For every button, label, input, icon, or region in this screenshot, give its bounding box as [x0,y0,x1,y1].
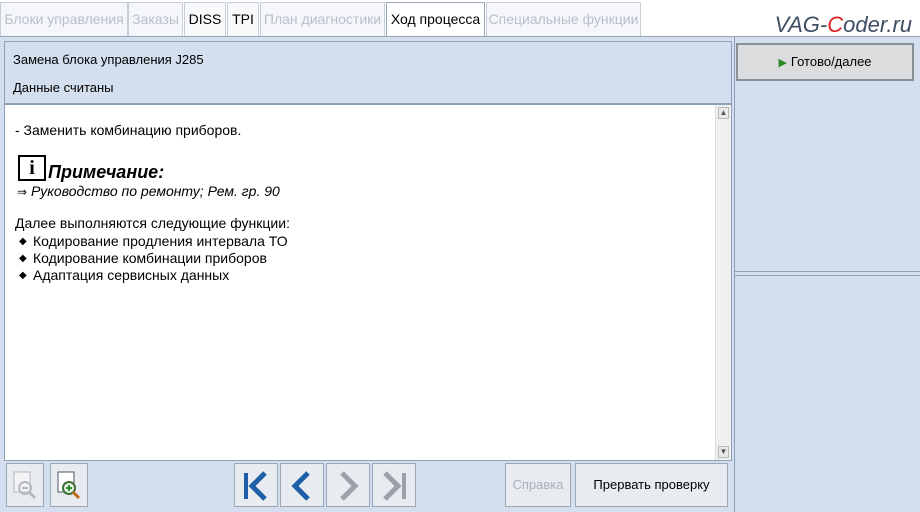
process-title: Замена блока управления J285 [13,52,204,67]
tab-diagnostic-plan[interactable]: План диагностики [260,2,385,36]
first-page-button[interactable] [234,463,278,507]
process-status: Данные считаны [13,80,114,95]
process-header: Замена блока управления J285 Данные счит… [4,41,732,104]
zoom-in-button[interactable] [50,463,88,507]
site-logo: VAG-Coder.ru [774,12,912,37]
scroll-down-icon[interactable]: ▼ [718,446,729,458]
bullet-icon: ◆ [19,270,27,281]
first-page-icon [244,471,267,501]
right-panel: ▶ Готово/далее [734,37,920,512]
last-page-button[interactable] [372,463,416,507]
note-title: Примечание: [48,162,165,182]
list-item: Адаптация сервисных данных [33,267,230,283]
tab-control-units[interactable]: Блоки управления [0,2,128,36]
abort-test-button[interactable]: Прервать проверку [575,463,728,507]
tab-process[interactable]: Ход процесса [386,2,485,37]
play-icon: ▶ [778,57,787,69]
tab-orders[interactable]: Заказы [128,2,183,36]
zoom-out-icon [13,471,37,500]
info-icon: i [18,155,46,181]
list-item: Кодирование продления интервала ТО [33,233,288,249]
functions-heading: Далее выполняются следующие функции: [15,215,290,231]
tab-tpi[interactable]: TPI [227,2,259,36]
arrow-right-icon: ⇒ [17,185,28,199]
help-button[interactable]: Справка [505,463,571,507]
repair-manual-link[interactable]: ⇒ Руководство по ремонту; Рем. гр. 90 [17,183,280,199]
tab-diss[interactable]: DISS [184,2,226,36]
previous-button[interactable] [280,463,324,507]
next-button[interactable] [326,463,370,507]
right-panel-separator [734,275,920,276]
bottom-toolbar: Справка Прервать проверку [4,461,732,512]
chevron-left-icon [291,471,310,501]
bullet-icon: ◆ [19,253,27,264]
bullet-icon: ◆ [19,236,27,247]
last-page-icon [383,471,406,501]
scroll-up-icon[interactable]: ▲ [718,107,729,119]
tab-bar: Блоки управления Заказы DISS TPI План ди… [0,0,920,37]
zoom-in-icon [57,471,81,500]
zoom-out-button[interactable] [6,463,44,507]
vertical-scrollbar[interactable]: ▲ ▼ [715,105,731,460]
instruction-text: - Заменить комбинацию приборов. [15,122,242,138]
tab-special-functions[interactable]: Специальные функции [486,2,641,36]
content-area: - Заменить комбинацию приборов. i Примеч… [4,104,732,461]
chevron-right-icon [340,471,359,501]
list-item: Кодирование комбинации приборов [33,250,267,266]
done-next-button[interactable]: ▶ Готово/далее [736,43,914,81]
right-panel-separator [734,271,920,272]
